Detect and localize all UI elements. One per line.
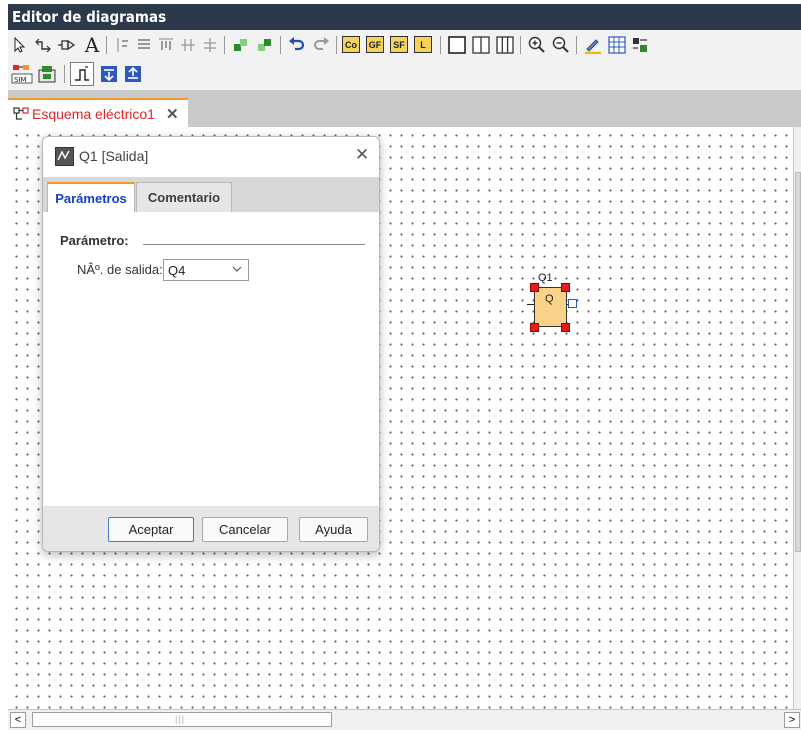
tab-esquema-electrico1[interactable]: Esquema eléctrico1 ✕ [8,98,188,127]
output-number-label: NÂº. de salida: [77,262,163,277]
horizontal-scrollbar[interactable]: < ||| > [8,709,801,730]
zoom-in-icon[interactable] [526,34,548,56]
text-tool-icon[interactable]: A [82,33,102,57]
dialog-titlebar: Q1 [Salida] ✕ [43,137,379,177]
dialog-tabstrip: Parámetros Comentario [43,177,379,213]
move-up-icon[interactable] [122,63,144,85]
redo-icon[interactable] [310,34,332,56]
layout-double-icon[interactable] [470,34,492,56]
layout-triple-icon[interactable] [494,34,516,56]
distribute-horizontal-icon[interactable] [178,34,198,56]
l-block-button[interactable]: L [414,36,432,53]
undo-icon[interactable] [286,34,308,56]
table-grid-icon[interactable] [606,34,628,56]
horizontal-scroll-thumb[interactable]: ||| [32,712,332,727]
toolbar-separator [106,36,107,54]
edit-pencil-icon[interactable] [582,34,604,56]
align-top-icon[interactable] [156,34,176,56]
cancel-button[interactable]: Cancelar [202,517,288,542]
properties-icon[interactable] [630,34,650,56]
block-properties-dialog: Q1 [Salida] ✕ Parámetros Comentario Pará… [42,136,380,552]
vertical-scroll-thumb[interactable] [795,172,801,552]
scroll-grip: ||| [175,714,186,724]
output-block-icon [55,147,74,166]
parameter-section-label: Parámetro: [60,233,129,248]
ok-button[interactable]: Aceptar [108,517,194,542]
toolbar: A Co GF SF L SIM [8,30,801,90]
gf-block-button[interactable]: GF [366,36,384,53]
diagram-icon [13,107,29,126]
block-symbol-label: Q [545,293,554,305]
send-back-icon[interactable] [254,34,276,56]
selection-handle-top-left[interactable] [530,283,539,292]
output-number-select[interactable]: Q4 [163,259,249,281]
tab-close-icon[interactable]: ✕ [166,105,179,123]
section-divider [143,244,365,245]
distribute-vertical-icon[interactable] [200,34,220,56]
selection-handle-bottom-right[interactable] [561,323,570,332]
output-number-value: Q4 [168,263,186,278]
vertical-scrollbar[interactable] [793,127,801,709]
document-tabstrip: Esquema eléctrico1 ✕ [8,90,801,127]
tab-label: Esquema eléctrico1 [32,106,155,122]
toolbar-separator [280,36,281,54]
toolbar-separator [440,36,441,54]
block-name-label: Q1 [538,272,553,284]
selection-handle-top-right[interactable] [561,283,570,292]
align-rows-icon[interactable] [134,34,154,56]
window-title: Editor de diagramas [12,8,167,26]
svg-text:SIM: SIM [14,76,27,84]
toolbar-separator [224,36,225,54]
tab-parametros[interactable]: Parámetros [47,182,135,213]
zoom-out-icon[interactable] [550,34,572,56]
layout-single-icon[interactable] [446,34,468,56]
toolbar-separator [520,36,521,54]
simulation-icon[interactable]: SIM [10,62,34,86]
help-button[interactable]: Ayuda [299,517,368,542]
window-titlebar: Editor de diagramas [8,4,801,30]
toolbar-separator [336,36,337,54]
toolbar-separator [576,36,577,54]
chevron-down-icon [231,261,243,280]
connect-tool-icon[interactable] [32,34,54,56]
tab-comentario[interactable]: Comentario [136,182,232,212]
dialog-title: Q1 [Salida] [79,148,149,164]
align-left-icon[interactable] [112,34,132,56]
scroll-right-button[interactable]: > [784,712,800,728]
dialog-body: Parámetro: NÂº. de salida: Q4 [43,212,379,506]
move-down-icon[interactable] [98,63,120,85]
dialog-close-icon[interactable]: ✕ [355,145,369,165]
sf-block-button[interactable]: SF [390,36,408,53]
signal-tool-icon[interactable] [70,62,94,86]
block-input-pin [527,304,534,305]
select-pointer-icon[interactable] [10,34,30,56]
block-tool-icon[interactable] [56,34,80,56]
block-output-connector[interactable] [568,299,577,308]
bring-front-icon[interactable] [230,34,252,56]
online-test-icon[interactable] [36,62,58,86]
selection-handle-bottom-left[interactable] [530,323,539,332]
co-block-button[interactable]: Co [342,36,360,53]
scroll-left-button[interactable]: < [10,712,26,728]
toolbar-separator [64,65,65,83]
dialog-footer: Aceptar Cancelar Ayuda [43,506,379,551]
